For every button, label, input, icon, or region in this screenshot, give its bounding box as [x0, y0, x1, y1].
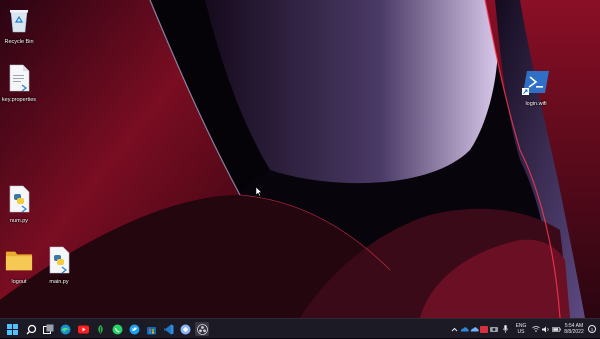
python-file-icon	[5, 183, 33, 215]
app-green-icon[interactable]	[93, 322, 107, 336]
taskbar: ENG US 5:54 AM 8/8/2022 1	[0, 318, 600, 338]
mouse-cursor	[255, 183, 263, 201]
desktop-wallpaper	[0, 0, 600, 318]
cloud-icon[interactable]	[469, 326, 479, 332]
desktop-icon-recycle-bin[interactable]: Recycle Bin	[0, 4, 41, 45]
folder-icon	[5, 244, 33, 276]
onedrive-icon[interactable]	[459, 326, 469, 332]
app-tray-icon[interactable]	[479, 325, 489, 333]
desktop-icon-key-properties[interactable]: key.properties	[0, 62, 41, 103]
language-line2: US	[517, 329, 525, 335]
clock-date: 8/8/2022	[564, 329, 584, 335]
volume-icon[interactable]	[541, 326, 551, 333]
notification-badge[interactable]: 1	[588, 325, 596, 333]
obs-icon[interactable]	[195, 322, 209, 336]
chevron-up-icon[interactable]	[449, 327, 459, 332]
desktop-icon-num-py[interactable]: num.py	[0, 183, 41, 224]
desktop-icon-label: Recycle Bin	[4, 39, 34, 45]
desktop-icon-main-py[interactable]: main.py	[37, 244, 81, 285]
store-icon[interactable]	[144, 322, 158, 336]
powershell-icon	[522, 66, 550, 98]
desktop-icon-label: main.py	[49, 279, 69, 285]
edge-icon[interactable]	[58, 322, 72, 336]
search-icon[interactable]	[24, 322, 38, 336]
wifi-icon[interactable]	[531, 326, 541, 332]
vscode-icon[interactable]	[161, 322, 175, 336]
desktop-icon-label: num.py	[9, 218, 29, 224]
browser-icon[interactable]	[178, 322, 192, 336]
microphone-icon[interactable]	[499, 325, 511, 333]
document-icon	[5, 62, 33, 94]
desktop-icon-login-wifi[interactable]: login.wifi	[514, 66, 558, 107]
python-file-icon	[45, 244, 73, 276]
language-indicator[interactable]: ENG US	[514, 323, 528, 335]
notification-count: 1	[590, 326, 594, 332]
recycle-bin-icon	[5, 4, 33, 36]
desktop-icon-label: login.wifi	[525, 101, 547, 107]
desktop-icon-label: key.properties	[1, 97, 37, 103]
task-view-icon[interactable]	[41, 322, 55, 336]
camera-icon[interactable]	[489, 326, 499, 332]
desktop-icon-logout[interactable]: logout	[0, 244, 41, 285]
youtube-icon[interactable]	[76, 322, 90, 336]
start-icon[interactable]	[5, 322, 19, 336]
whatsapp-icon[interactable]	[110, 322, 124, 336]
clock[interactable]: 5:54 AM 8/8/2022	[560, 323, 588, 335]
desktop-icon-label: logout	[11, 279, 27, 285]
twitter-icon[interactable]	[127, 322, 141, 336]
